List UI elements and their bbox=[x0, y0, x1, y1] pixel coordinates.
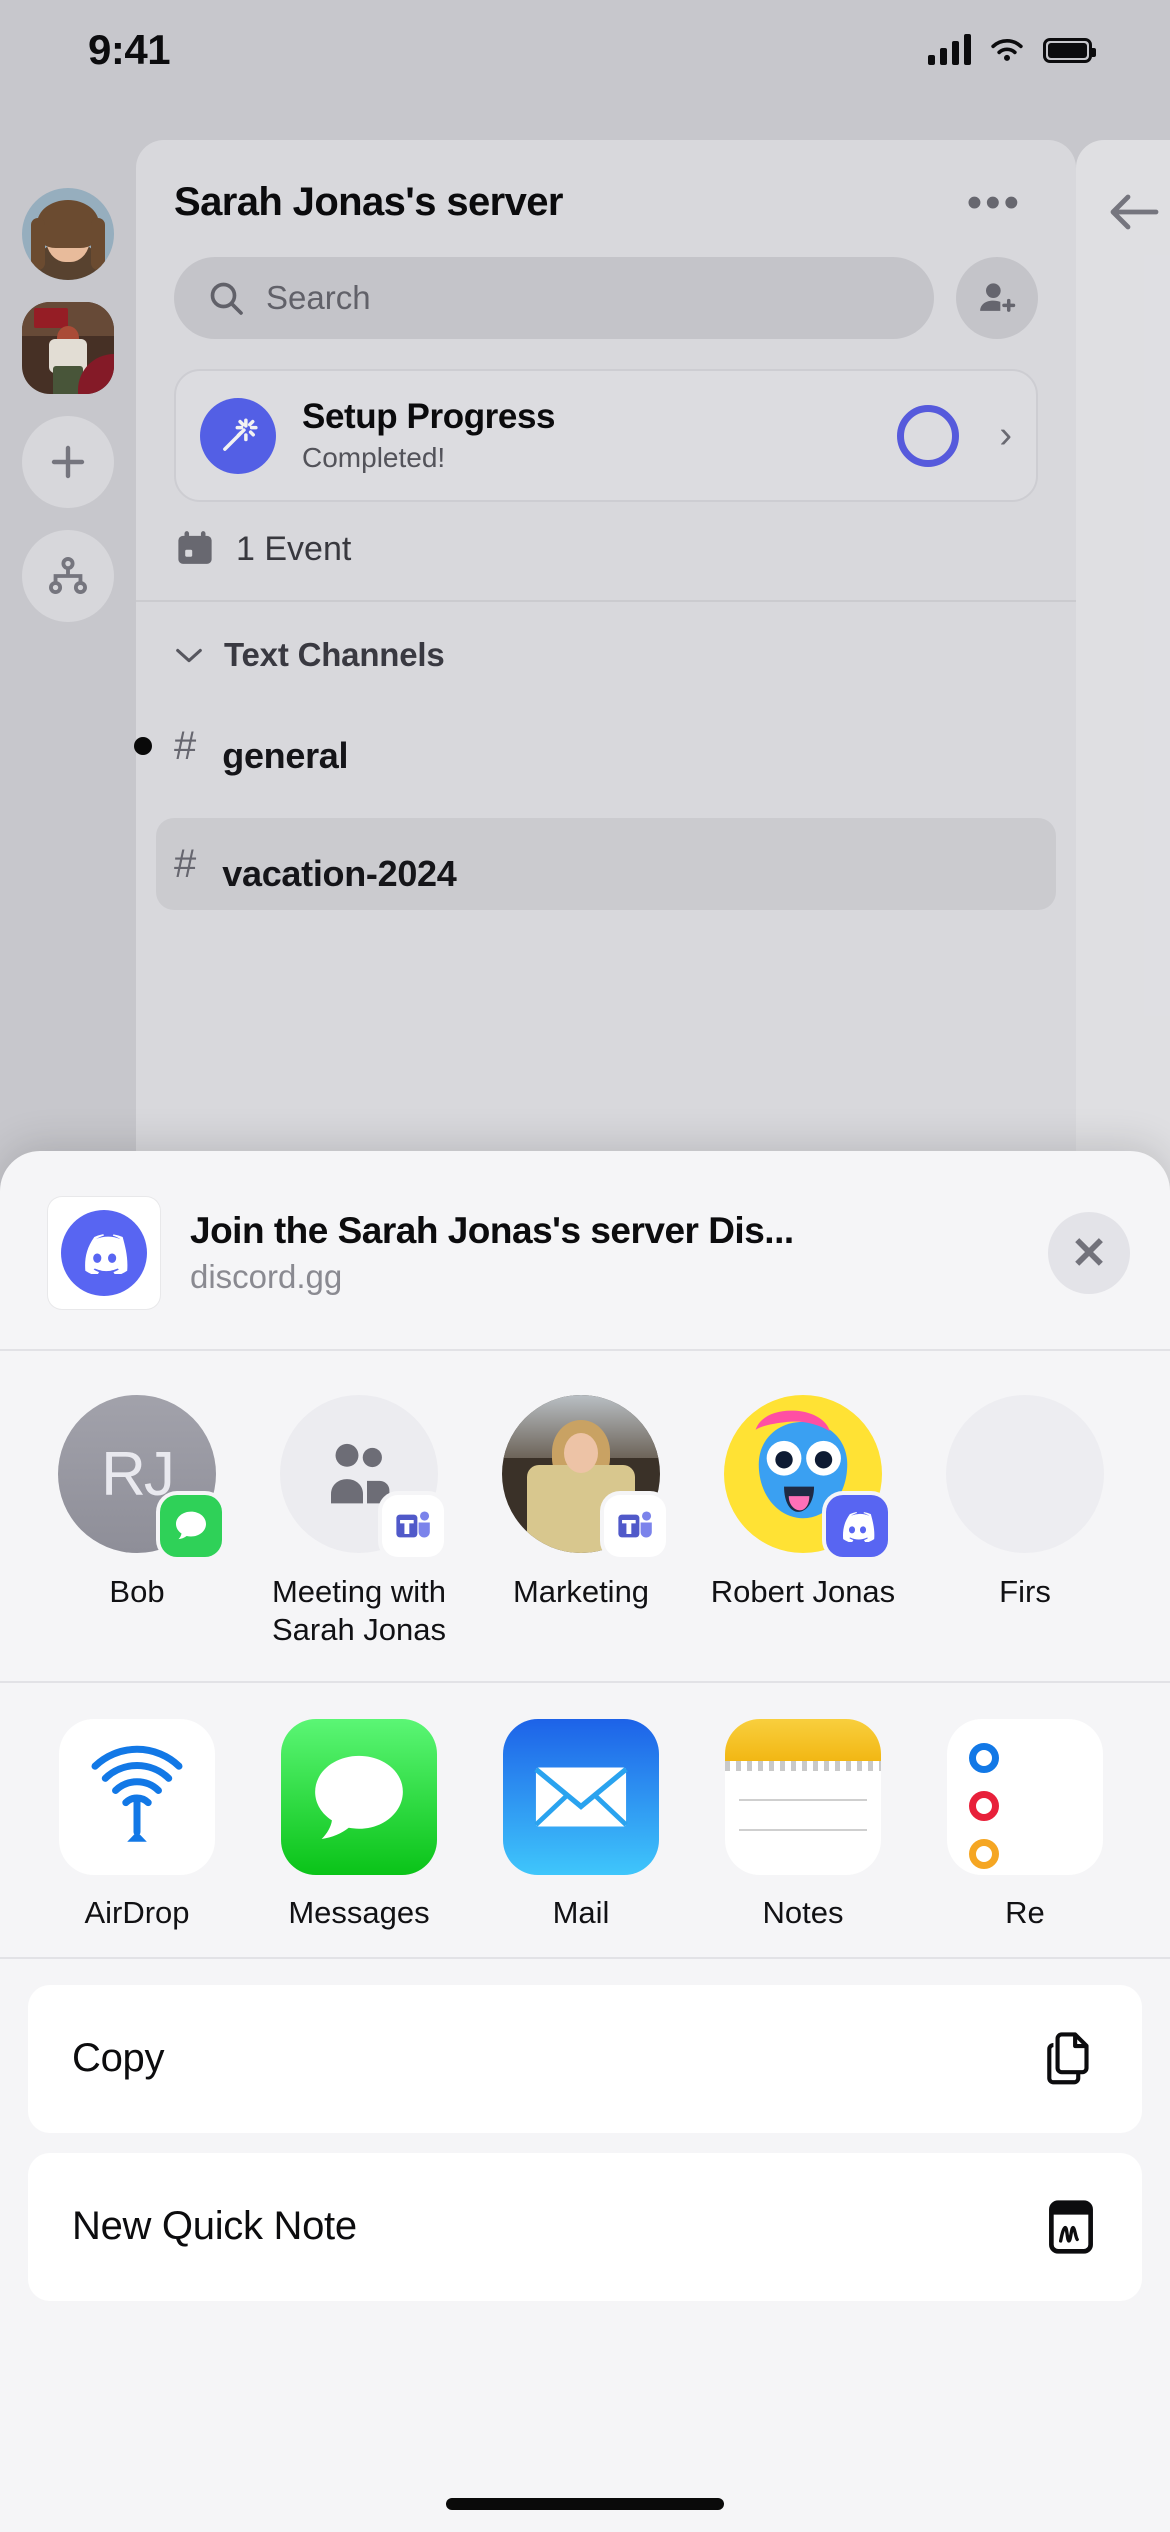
home-indicator bbox=[446, 2498, 724, 2510]
app-item-messages[interactable]: Messages bbox=[248, 1718, 470, 1931]
contact-name: Meeting with Sarah Jonas bbox=[271, 1574, 447, 1647]
notes-icon bbox=[725, 1718, 881, 1875]
discord-icon bbox=[826, 1495, 888, 1557]
app-label: Messages bbox=[288, 1894, 430, 1930]
actions-list: Copy New Quick Note bbox=[0, 1959, 1170, 2321]
app-label: Re bbox=[1005, 1894, 1045, 1930]
messages-icon bbox=[281, 1718, 437, 1875]
app-item-reminders[interactable]: Re bbox=[914, 1718, 1136, 1931]
contact-item[interactable]: Meeting with Sarah Jonas bbox=[248, 1395, 470, 1649]
app-label: AirDrop bbox=[84, 1894, 190, 1930]
discord-logo-icon bbox=[61, 1210, 147, 1296]
contact-item[interactable]: RJ Bob bbox=[26, 1395, 248, 1649]
airdrop-icon bbox=[59, 1718, 215, 1875]
avatar bbox=[946, 1395, 1104, 1553]
contact-name: Marketing bbox=[512, 1574, 650, 1609]
messages-icon bbox=[160, 1495, 222, 1557]
teams-icon bbox=[382, 1495, 444, 1557]
contact-item[interactable]: Robert Jonas bbox=[692, 1395, 914, 1649]
contact-item[interactable]: Firs bbox=[914, 1395, 1136, 1649]
link-preview-thumbnail bbox=[48, 1197, 160, 1309]
action-label: Copy bbox=[72, 2036, 165, 2081]
share-sheet: Join the Sarah Jonas's server Dis... dis… bbox=[0, 1151, 1170, 2532]
quick-note-icon bbox=[1049, 2200, 1093, 2254]
contact-item[interactable]: Marketing bbox=[470, 1395, 692, 1649]
contact-name: Firs bbox=[999, 1574, 1051, 1609]
teams-icon bbox=[604, 1495, 666, 1557]
action-label: New Quick Note bbox=[72, 2204, 357, 2249]
share-sheet-header: Join the Sarah Jonas's server Dis... dis… bbox=[0, 1151, 1170, 1349]
app-item-notes[interactable]: Notes bbox=[692, 1718, 914, 1931]
reminders-icon bbox=[947, 1718, 1103, 1875]
close-icon[interactable]: ✕ bbox=[1048, 1212, 1130, 1294]
app-label: Notes bbox=[762, 1894, 844, 1930]
link-preview-title: Join the Sarah Jonas's server Dis... bbox=[190, 1210, 794, 1251]
contact-name: Bob bbox=[109, 1574, 165, 1609]
action-row-new-quick-note[interactable]: New Quick Note bbox=[28, 2152, 1142, 2301]
contacts-row[interactable]: RJ Bob Meeting with Sarah Jonas Marketin… bbox=[0, 1351, 1170, 1681]
link-preview-domain: discord.gg bbox=[190, 1258, 343, 1295]
mail-icon bbox=[503, 1718, 659, 1875]
app-item-mail[interactable]: Mail bbox=[470, 1718, 692, 1931]
app-item-airdrop[interactable]: AirDrop bbox=[26, 1718, 248, 1931]
action-row-copy[interactable]: Copy bbox=[28, 1984, 1142, 2133]
apps-row[interactable]: AirDrop Messages Mail Notes Re bbox=[0, 1683, 1170, 1957]
contact-name: Robert Jonas bbox=[710, 1574, 896, 1609]
copy-icon bbox=[1047, 2032, 1089, 2084]
app-label: Mail bbox=[552, 1894, 610, 1930]
